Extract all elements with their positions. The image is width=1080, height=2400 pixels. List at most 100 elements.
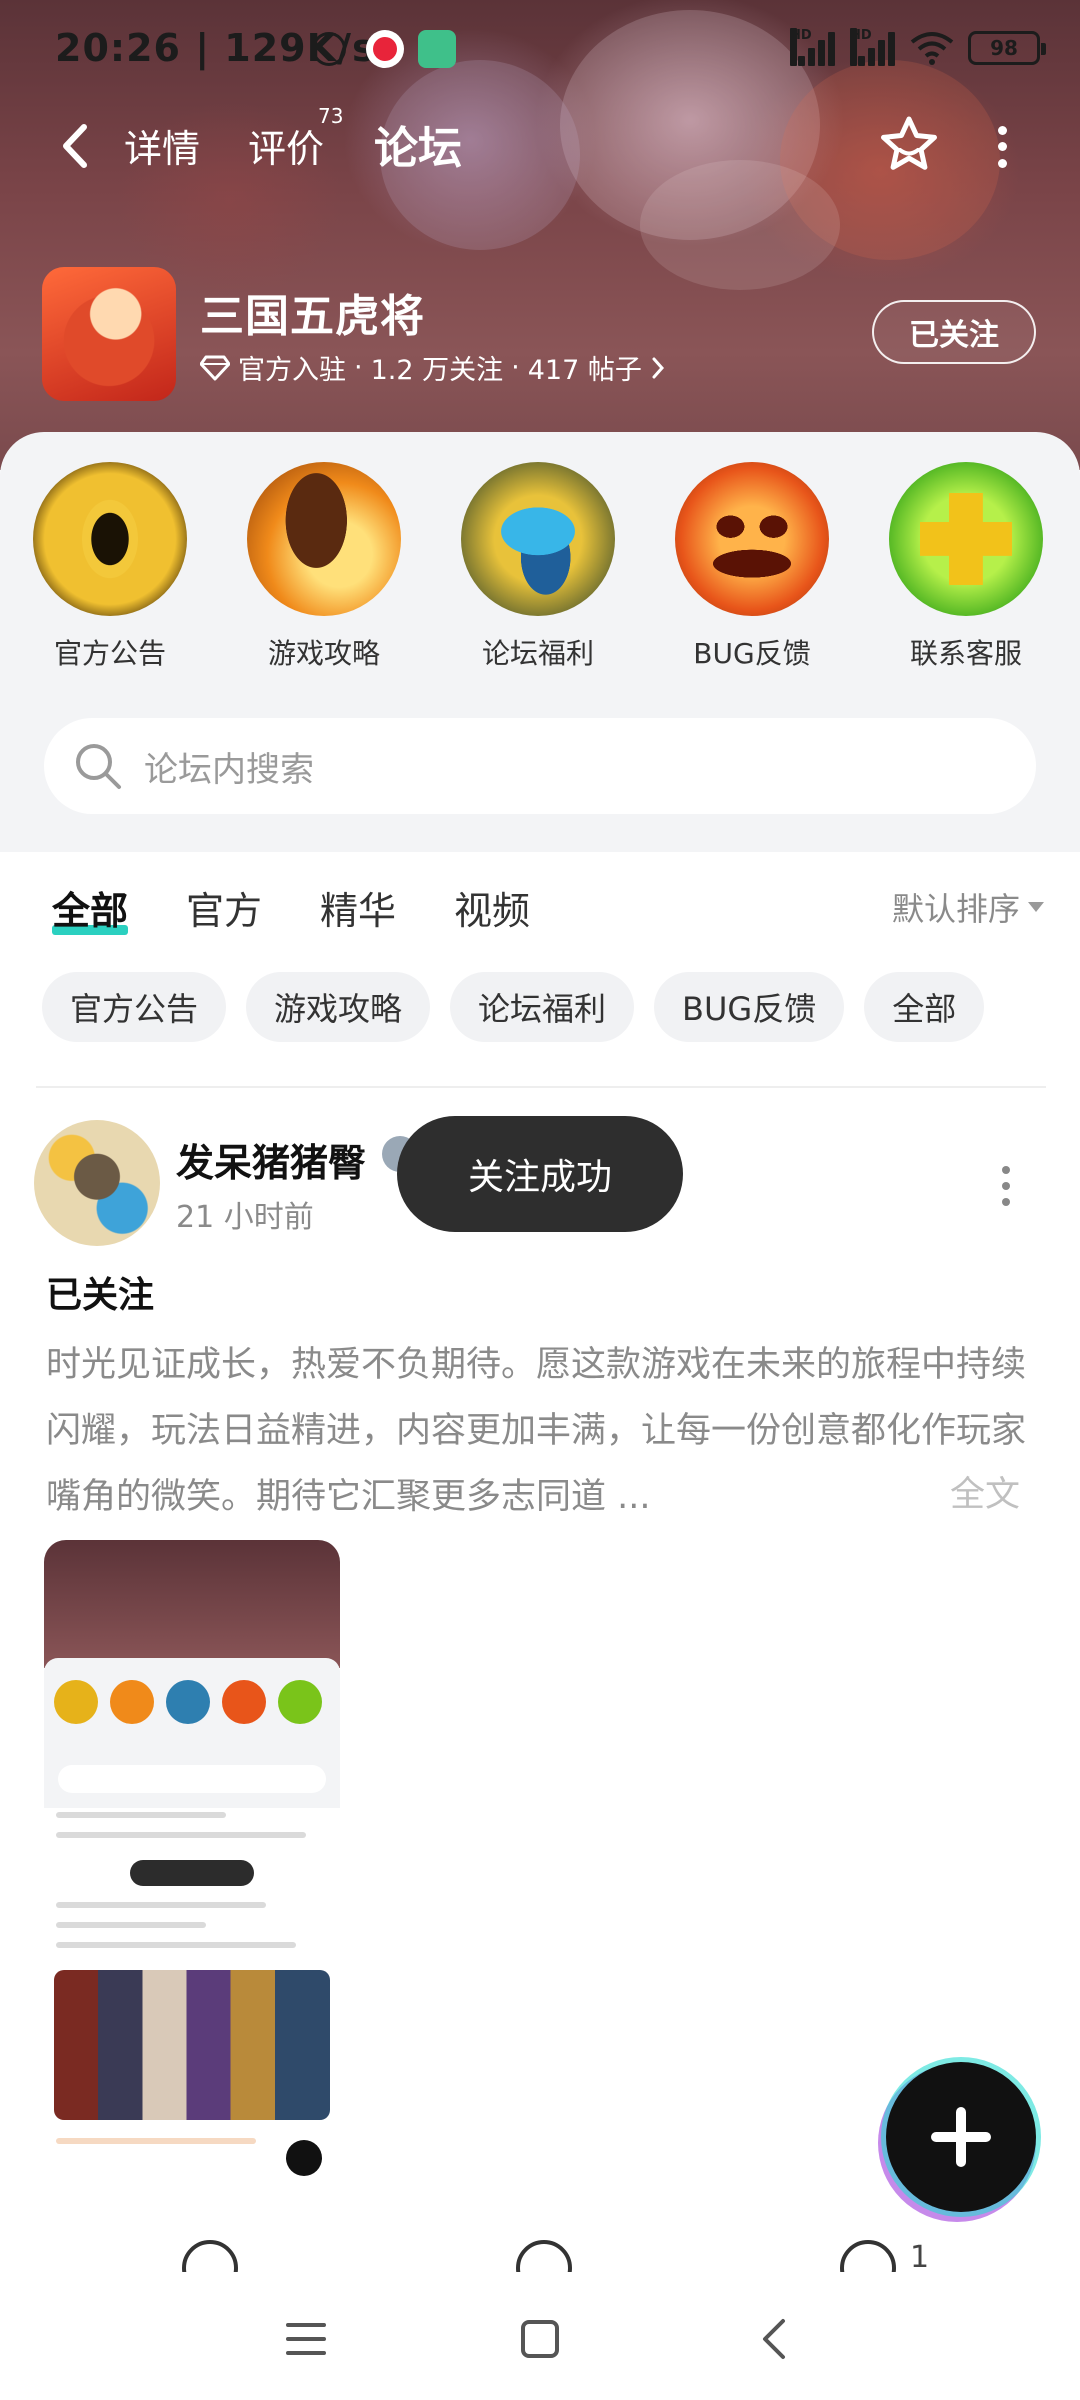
thumb-icon [166, 1680, 210, 1724]
star-icon [881, 116, 937, 170]
category-label: 官方公告 [53, 637, 166, 670]
top-nav: 详情 评价 73 论坛 [0, 100, 1080, 190]
chip-official-notice[interactable]: 官方公告 [42, 972, 227, 1042]
like-count: 1 [910, 2240, 930, 2272]
post-author[interactable]: 发呆猪猪臀 [176, 1132, 366, 1187]
thumb-line [56, 1922, 206, 1928]
sort-label: 默认排序 [891, 890, 1020, 928]
category-customer-service[interactable]: 联系客服 [886, 462, 1046, 672]
thumb-icon [222, 1680, 266, 1724]
official-label: 官方入驻 [238, 355, 346, 386]
game-meta[interactable]: 官方入驻 · 1.2 万关注 · 417 帖子 [200, 348, 666, 387]
filter-tab-all[interactable]: 全部 [52, 880, 129, 935]
thumb-icon [278, 1680, 322, 1724]
sort-dropdown[interactable]: 默认排序 [892, 884, 1044, 930]
thumb-line [56, 1902, 266, 1908]
signal-icon: HD [850, 28, 896, 66]
comment-icon[interactable] [516, 2240, 572, 2272]
diamond-icon [200, 355, 230, 380]
category-game-guide[interactable]: 游戏攻略 [244, 462, 404, 672]
category-label: BUG反馈 [693, 637, 811, 670]
tab-details[interactable]: 详情 [124, 118, 200, 173]
toast-message: 关注成功 [397, 1116, 683, 1232]
category-chips: 官方公告 游戏攻略 论坛福利 BUG反馈 全部 [42, 972, 985, 1042]
post-image[interactable] [44, 1540, 340, 2200]
thumb-line [56, 1832, 306, 1838]
read-more-link[interactable]: 全文 [910, 1466, 1021, 1517]
tab-forum[interactable]: 论坛 [374, 112, 462, 180]
pumpkin-icon [675, 462, 829, 616]
search-input[interactable]: 论坛内搜索 [44, 718, 1036, 814]
favorite-button[interactable] [878, 114, 940, 176]
thumb-icon [54, 1680, 98, 1724]
reviews-count-badge: 73 [318, 104, 344, 128]
game-title: 三国五虎将 [200, 291, 425, 342]
post-body[interactable]: 时光见证成长，热爱不负期待。愿这款游戏在未来的旅程中持续闪耀，玩法日益精进，内容… [46, 1332, 1036, 1532]
more-menu-button[interactable] [990, 122, 1014, 172]
category-bug-feedback[interactable]: BUG反馈 [672, 462, 832, 672]
followers-count: 1.2 万关注 [370, 355, 504, 386]
search-placeholder: 论坛内搜索 [144, 749, 314, 790]
back-triangle-icon [763, 2319, 785, 2359]
video-app-icon [366, 30, 404, 68]
post-actions: 1 [0, 2232, 1080, 2272]
system-back-button[interactable] [744, 2314, 804, 2364]
create-post-button[interactable] [886, 2062, 1036, 2212]
category-label: 游戏攻略 [267, 637, 380, 670]
tab-reviews[interactable]: 评价 [248, 118, 324, 173]
dragon-eye-icon [33, 462, 187, 616]
thumb-line [56, 1812, 226, 1818]
green-cross-icon [889, 462, 1043, 616]
chip-bug-feedback[interactable]: BUG反馈 [654, 972, 845, 1042]
post-title[interactable]: 已关注 [46, 1266, 154, 1318]
wifi-icon [910, 32, 954, 65]
status-indicators: HD HD 98 [790, 28, 1046, 68]
game-icon [42, 267, 176, 401]
chevron-left-icon [63, 124, 87, 168]
posts-count: 417 帖子 [527, 355, 642, 386]
forum-header: 20:26 | 129K/s HD HD 98 详情 评价 73 论坛 三国五虎… [0, 0, 1080, 470]
thumb-toast [130, 1860, 254, 1886]
menu-icon [286, 2323, 326, 2355]
filter-tab-featured[interactable]: 精华 [320, 880, 396, 935]
category-label: 论坛福利 [481, 637, 594, 670]
meta-separator: · [511, 352, 520, 383]
forum-categories-panel: 官方公告 游戏攻略 论坛福利 BUG反馈 联系客服 论坛内搜索 [0, 432, 1080, 852]
avatar[interactable] [34, 1120, 160, 1246]
alarm-icon [312, 32, 346, 66]
home-square-icon [521, 2320, 559, 2358]
like-icon[interactable] [840, 2240, 896, 2272]
game-info: 三国五虎将 官方入驻 · 1.2 万关注 · 417 帖子 已关注 [0, 262, 1080, 412]
dropdown-arrow-icon [1028, 902, 1044, 912]
thumb-fab [286, 2140, 322, 2176]
followed-button[interactable]: 已关注 [872, 300, 1036, 364]
filter-tab-official[interactable]: 官方 [186, 880, 262, 935]
home-button[interactable] [510, 2314, 570, 2364]
category-official-notice[interactable]: 官方公告 [30, 462, 190, 672]
filter-tabs: 全部 官方 精华 视频 默认排序 [0, 870, 1080, 940]
thumb-line [56, 1942, 296, 1948]
thumb-icon [110, 1680, 154, 1724]
search-icon [76, 744, 121, 789]
chevron-right-icon [652, 357, 664, 378]
divider [36, 1086, 1046, 1088]
back-button[interactable] [50, 118, 100, 174]
thumb-line [56, 2138, 256, 2144]
category-label: 联系客服 [909, 637, 1022, 670]
category-forum-welfare[interactable]: 论坛福利 [458, 462, 618, 672]
thumb-search [58, 1765, 326, 1793]
post-time: 21 小时前 [176, 1200, 314, 1235]
chip-forum-welfare[interactable]: 论坛福利 [450, 972, 635, 1042]
chip-all[interactable]: 全部 [864, 972, 985, 1042]
chip-game-guide[interactable]: 游戏攻略 [246, 972, 431, 1042]
menu-button[interactable] [276, 2314, 336, 2364]
system-nav-bar [0, 2276, 1080, 2400]
filter-tab-video[interactable]: 视频 [454, 880, 530, 935]
meta-separator: · [354, 352, 363, 383]
share-icon[interactable] [182, 2240, 238, 2272]
music-app-icon [418, 30, 456, 68]
status-bar: 20:26 | 129K/s HD HD 98 [0, 0, 1080, 96]
post-more-button[interactable] [1000, 1166, 1012, 1206]
thumb-banner [54, 1970, 330, 2120]
scroll-icon [247, 462, 401, 616]
